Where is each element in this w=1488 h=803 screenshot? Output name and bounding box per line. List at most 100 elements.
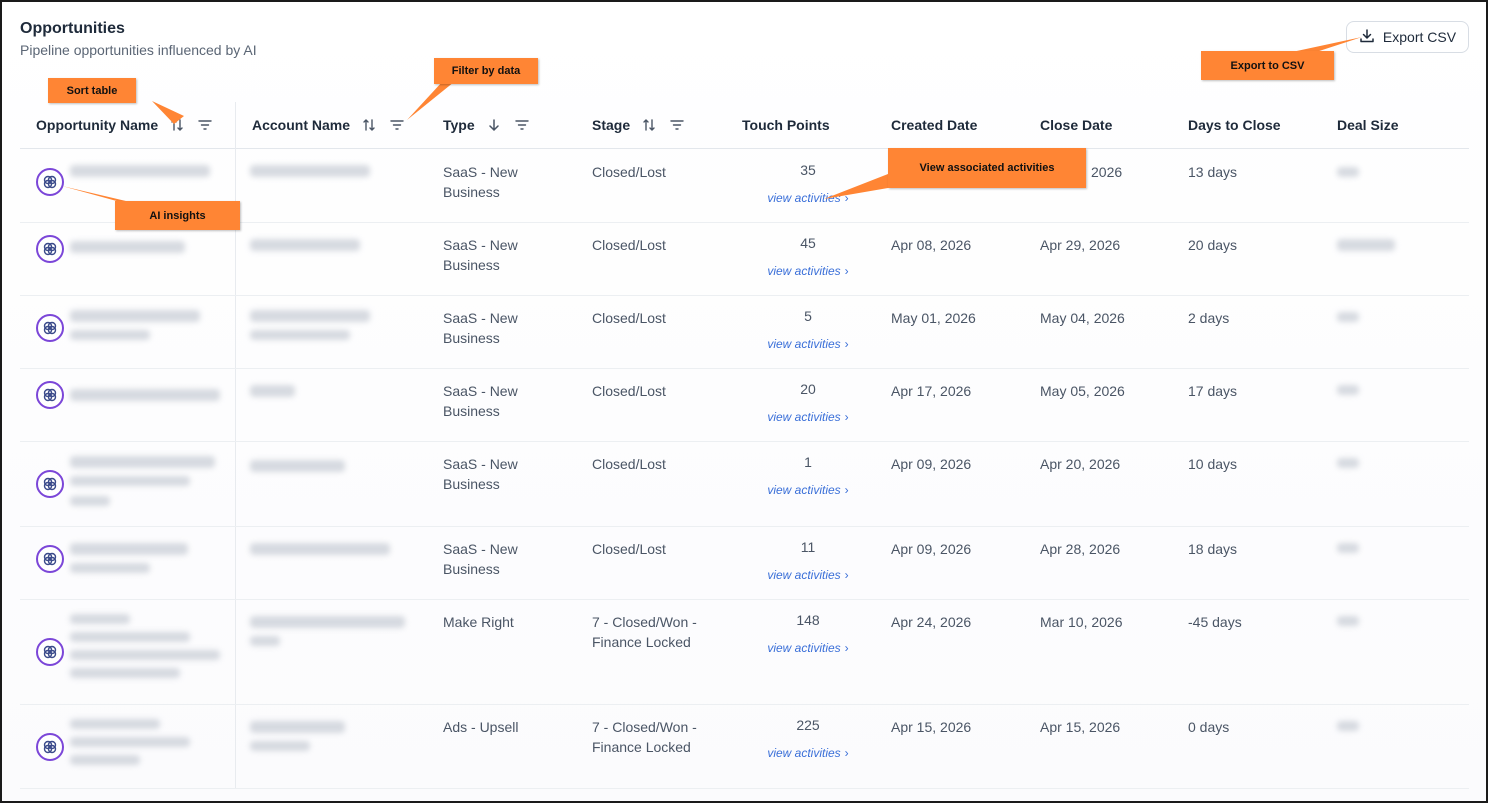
view-activities-link[interactable]: view activities › (742, 746, 874, 760)
filter-icon[interactable] (513, 116, 531, 134)
arrow-down-icon[interactable] (485, 116, 503, 134)
type-cell: SaaS - New Business (443, 164, 518, 200)
callout-sort-table: Sort table (48, 78, 136, 103)
redacted-deal-size (1337, 458, 1359, 468)
view-activities-link[interactable]: view activities › (742, 337, 874, 351)
redacted-opportunity (70, 650, 220, 660)
ai-insights-icon[interactable] (36, 733, 64, 761)
days-to-close-value: 2 days (1188, 310, 1230, 326)
redacted-account (250, 616, 405, 628)
table-row: SaaS - New Business Closed/Lost 5 view ac… (20, 296, 1469, 369)
redacted-account (250, 741, 310, 751)
col-account-label: Account Name (252, 117, 351, 133)
sort-icon[interactable] (168, 116, 186, 134)
redacted-opportunity (70, 389, 220, 401)
redacted-deal-size (1337, 543, 1359, 553)
export-csv-button[interactable]: Export CSV (1346, 21, 1469, 53)
touch-points-value: 11 (800, 539, 816, 555)
created-date-value: Apr 08, 2026 (891, 237, 972, 253)
filter-icon[interactable] (388, 116, 406, 134)
redacted-opportunity (70, 543, 188, 555)
ai-insights-icon[interactable] (36, 168, 64, 196)
stage-cell: Closed/Lost (592, 541, 666, 557)
col-type-label: Type (443, 117, 475, 133)
redacted-account (250, 636, 280, 646)
page-subtitle: Pipeline opportunities influenced by AI (20, 42, 257, 58)
view-activities-link[interactable]: view activities › (742, 641, 874, 655)
ai-insights-icon[interactable] (36, 314, 64, 342)
type-cell: Make Right (443, 614, 514, 630)
view-activities-link[interactable]: view activities › (742, 264, 874, 278)
stage-cell: 7 - Closed/Won - Finance Locked (592, 614, 697, 650)
callout-filter-by-data: Filter by data (434, 58, 538, 84)
touch-points-value: 20 (800, 381, 816, 397)
sort-icon[interactable] (360, 116, 378, 134)
redacted-opportunity (70, 632, 190, 642)
created-date-value: Apr 09, 2026 (891, 456, 972, 472)
redacted-account (250, 460, 345, 472)
close-date-value: Apr 29, 2026 (1040, 237, 1121, 253)
redacted-opportunity (70, 330, 150, 340)
col-touch-label: Touch Points (742, 117, 830, 133)
col-created-label: Created Date (891, 117, 978, 133)
table-row: SaaS - New Business Closed/Lost 11 view a… (20, 527, 1469, 600)
callout-export-to-csv: Export to CSV (1201, 51, 1334, 80)
days-to-close-value: 10 days (1188, 456, 1238, 472)
sort-icon[interactable] (640, 116, 658, 134)
ai-insights-icon[interactable] (36, 545, 64, 573)
col-days-label: Days to Close (1188, 117, 1281, 133)
col-account-name: Account Name (252, 102, 406, 148)
type-cell: SaaS - New Business (443, 237, 518, 273)
callout-ai-insights: AI insights (115, 201, 240, 230)
close-date-value: 2026 (1091, 164, 1123, 180)
ai-insights-icon[interactable] (36, 470, 64, 498)
touch-points-value: 5 (804, 308, 812, 324)
redacted-account (250, 330, 350, 340)
close-date-value: May 05, 2026 (1040, 383, 1125, 399)
table-row: SaaS - New Business Closed/Lost 45 view a… (20, 223, 1469, 296)
type-cell: SaaS - New Business (443, 310, 518, 346)
days-to-close-value: 18 days (1188, 541, 1238, 557)
touch-points-value: 35 (800, 162, 816, 178)
view-activities-link[interactable]: view activities › (742, 191, 874, 205)
redacted-opportunity (70, 614, 130, 624)
ai-insights-icon[interactable] (36, 235, 64, 263)
type-cell: Ads - Upsell (443, 719, 519, 735)
close-date-value: Apr 20, 2026 (1040, 456, 1121, 472)
touch-points-value: 1 (804, 454, 812, 470)
table-row: Ads - Upsell 7 - Closed/Won - Finance Loc… (20, 705, 1469, 789)
filter-icon[interactable] (196, 116, 214, 134)
table-row: SaaS - New Business Closed/Lost 1 view ac… (20, 442, 1469, 527)
type-cell: SaaS - New Business (443, 383, 518, 419)
created-date-value: Apr 09, 2026 (891, 541, 972, 557)
redacted-account (250, 310, 370, 322)
col-stage-label: Stage (592, 117, 631, 133)
redacted-deal-size (1337, 385, 1359, 395)
table-row: Make Right 7 - Closed/Won - Finance Locke… (20, 600, 1469, 705)
col-type: Type (443, 102, 531, 148)
view-activities-link[interactable]: view activities › (742, 483, 874, 497)
filter-icon[interactable] (668, 116, 686, 134)
ai-insights-icon[interactable] (36, 638, 64, 666)
stage-cell: Closed/Lost (592, 237, 666, 253)
close-date-value: May 04, 2026 (1040, 310, 1125, 326)
col-close-date: Close Date (1040, 102, 1112, 148)
ai-insights-icon[interactable] (36, 381, 64, 409)
redacted-opportunity (70, 241, 185, 253)
stage-cell: Closed/Lost (592, 310, 666, 326)
touch-points-value: 225 (796, 717, 820, 733)
view-activities-link[interactable]: view activities › (742, 568, 874, 582)
page-title: Opportunities (20, 20, 125, 37)
redacted-opportunity (70, 719, 160, 729)
redacted-opportunity (70, 668, 180, 678)
callout-view-activities: View associated activities (888, 148, 1086, 188)
days-to-close-value: -45 days (1188, 614, 1242, 630)
col-opportunity-name: Opportunity Name (36, 102, 214, 148)
col-deal-size: Deal Size (1337, 102, 1398, 148)
redacted-deal-size (1337, 167, 1359, 177)
created-date-value: Apr 15, 2026 (891, 719, 972, 735)
created-date-value: Apr 17, 2026 (891, 383, 972, 399)
view-activities-link[interactable]: view activities › (742, 410, 874, 424)
redacted-account (250, 385, 295, 397)
redacted-opportunity (70, 456, 215, 468)
